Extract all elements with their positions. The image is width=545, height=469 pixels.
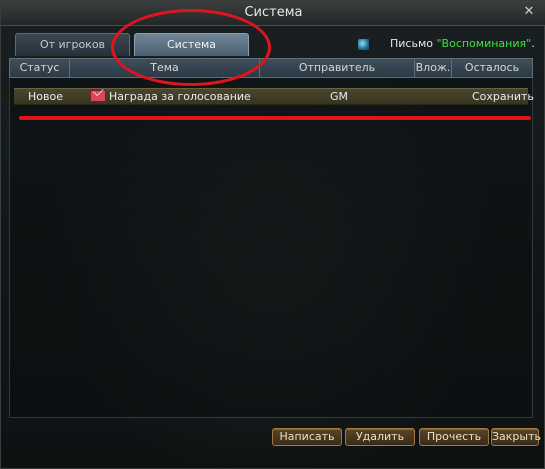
envelope-icon <box>90 90 106 102</box>
close-button[interactable]: Закрыть <box>491 428 541 446</box>
column-attachment[interactable]: Влож. <box>415 59 452 77</box>
mail-orb-icon <box>357 38 370 51</box>
title-bar[interactable]: Система ✕ <box>1 1 545 26</box>
mail-list: Новое Награда за голосование GM Сохранит… <box>9 78 534 418</box>
mail-row[interactable]: Новое Награда за голосование GM Сохранит… <box>14 88 534 105</box>
mail-list-header: Статус Тема Отправитель Влож. Осталось <box>9 58 533 78</box>
close-icon[interactable]: ✕ <box>522 5 536 19</box>
column-status[interactable]: Статус <box>10 59 70 77</box>
letter-info-prefix: Письмо <box>390 37 437 50</box>
delete-button[interactable]: Удалить <box>345 428 415 446</box>
letter-info: Письмо "Воспоминания". <box>390 37 535 50</box>
mail-remaining: Сохранить <box>472 90 534 103</box>
red-annotation-ellipse <box>111 9 271 86</box>
write-button[interactable]: Написать <box>272 428 342 446</box>
letter-info-suffix: . <box>531 37 535 50</box>
mail-window: Система ✕ От игроков Система Письмо "Вос… <box>0 0 545 469</box>
mail-sender: GM <box>330 90 349 103</box>
column-remaining[interactable]: Осталось <box>452 59 532 77</box>
column-sender[interactable]: Отправитель <box>260 59 415 77</box>
window-title: Система <box>244 5 303 20</box>
red-annotation-underline <box>19 116 531 120</box>
read-button[interactable]: Прочесть <box>419 428 489 446</box>
mail-subject: Награда за голосование <box>109 90 251 103</box>
letter-name: "Воспоминания" <box>436 37 532 50</box>
mail-status: Новое <box>28 90 63 103</box>
